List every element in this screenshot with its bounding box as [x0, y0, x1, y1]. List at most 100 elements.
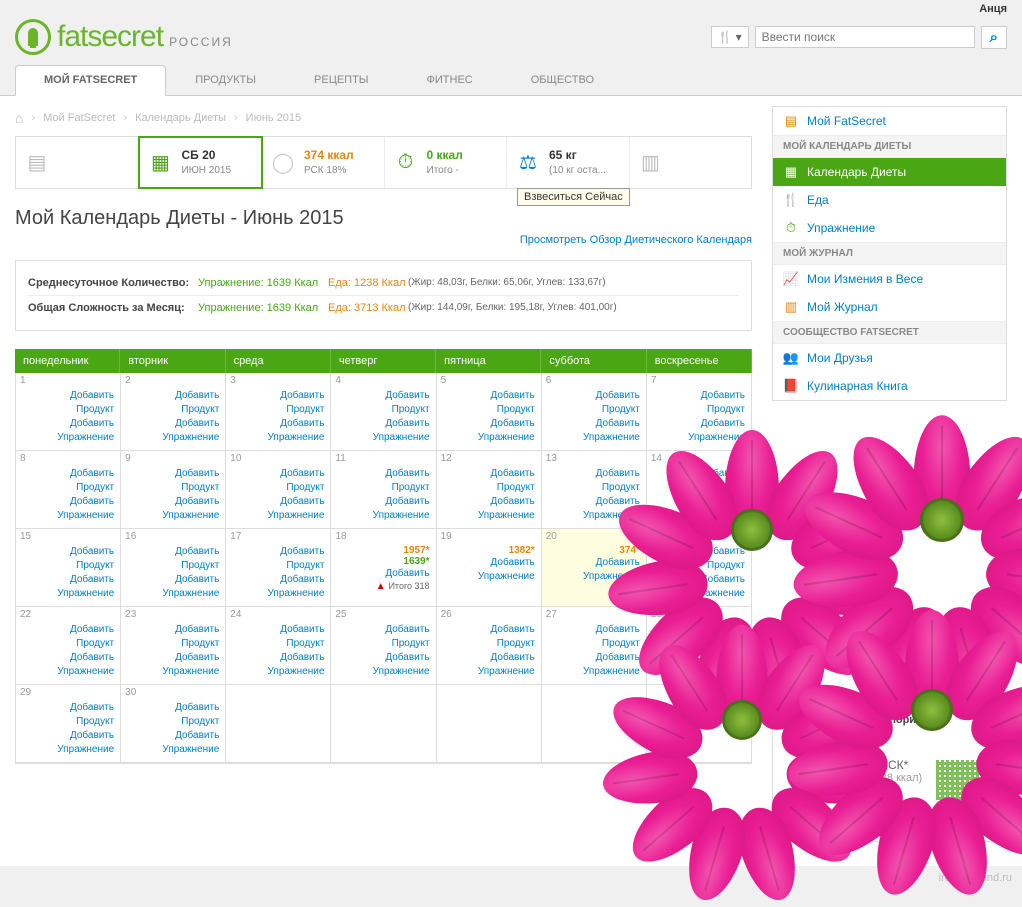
calendar-add-link[interactable]: Продукт — [127, 637, 219, 651]
calendar-add-link[interactable]: Продукт — [337, 637, 429, 651]
calendar-add-link[interactable]: Добавить — [548, 389, 640, 403]
calendar-add-link[interactable]: Упражнение — [548, 509, 640, 523]
sidebar-exercise[interactable]: ⏱ Упражнение — [773, 214, 1006, 242]
calendar-add-link[interactable]: Добавить — [127, 651, 219, 665]
stat-date[interactable]: ▦ СБ 20 ИЮН 2015 — [138, 136, 264, 189]
sidebar-friends[interactable]: 👥 Мои Друзья — [773, 344, 1006, 372]
search-button[interactable]: ⌕ — [981, 26, 1007, 49]
calendar-add-link[interactable]: Упражнение — [443, 431, 535, 445]
calendar-add-link[interactable]: Добавить — [127, 573, 219, 587]
calendar-add-link[interactable]: Продукт — [22, 481, 114, 495]
calendar-cell[interactable]: 4ДобавитьПродуктДобавитьУпражнение — [331, 373, 436, 451]
calendar-add-link[interactable]: Добавить — [22, 623, 114, 637]
calendar-add-link[interactable]: Продукт — [127, 715, 219, 729]
tab-fitness[interactable]: ФИТНЕС — [398, 65, 502, 95]
calendar-add-link[interactable]: Продукт — [548, 637, 640, 651]
calendar-add-link[interactable]: Добавить — [22, 573, 114, 587]
calendar-add-link[interactable]: Добавить — [232, 623, 324, 637]
calendar-cell[interactable] — [331, 685, 436, 763]
calendar-add-link[interactable]: Упражнение — [22, 743, 114, 757]
calendar-add-link[interactable]: Добавить — [22, 417, 114, 431]
calendar-add-link[interactable]: Упражнение — [22, 665, 114, 679]
search-category-select[interactable]: 🍴 ▾ — [711, 26, 749, 48]
crumb-2[interactable]: Календарь Диеты — [135, 112, 226, 124]
calendar-add-link[interactable]: Добавить — [653, 651, 745, 665]
calendar-add-link[interactable]: Добавить — [443, 417, 535, 431]
calendar-add-link[interactable]: Добавить — [127, 701, 219, 715]
calendar-add-link[interactable]: Добавить — [337, 417, 429, 431]
calendar-add-link[interactable]: Упражнение — [232, 509, 324, 523]
calendar-add-link[interactable]: Добавить — [232, 389, 324, 403]
calendar-add-link[interactable]: Добавить — [337, 623, 429, 637]
calendar-cell[interactable]: 6ДобавитьПродуктДобавитьУпражнение — [542, 373, 647, 451]
calendar-cell[interactable] — [226, 685, 331, 763]
calendar-cell[interactable]: 5ДобавитьПродуктДобавитьУпражнение — [437, 373, 542, 451]
calendar-cell[interactable]: 7ДобавитьПродуктДобавитьУпражнение — [647, 373, 751, 451]
logo[interactable]: fatsecret РОССИЯ — [15, 19, 233, 55]
calendar-cell[interactable]: 17ДобавитьПродуктДобавитьУпражнение — [226, 529, 331, 607]
calendar-add-link[interactable]: Добавить — [22, 729, 114, 743]
calendar-add-link[interactable]: Добавить — [127, 623, 219, 637]
tab-products[interactable]: ПРОДУКТЫ — [166, 65, 285, 95]
calendar-add-link[interactable]: Добавить — [337, 467, 429, 481]
calendar-add-link[interactable]: Упражнение — [22, 587, 114, 601]
stat-notes[interactable]: ▤ — [16, 137, 139, 188]
calendar-add-link[interactable]: Упражнение — [443, 665, 535, 679]
stat-journal[interactable]: ▥ — [630, 137, 752, 188]
calendar-cell[interactable]: 12ДобавитьПродуктДобавитьУпражнение — [437, 451, 542, 529]
view-overview-link[interactable]: Просмотреть Обзор Диетического Календаря — [520, 234, 752, 246]
calendar-add-link[interactable]: Добавить — [653, 417, 745, 431]
calendar-cell[interactable]: 2ДобавитьПродуктДобавитьУпражнение — [121, 373, 226, 451]
calendar-add-link[interactable]: Добавить — [22, 701, 114, 715]
calendar-add-link[interactable]: Продукт — [548, 403, 640, 417]
calendar-add-link[interactable]: Упражнение — [653, 509, 745, 523]
calendar-cell[interactable]: 191382*ДобавитьУпражнение — [437, 529, 542, 607]
calendar-cell[interactable]: 27ДобавитьПродуктДобавитьУпражнение — [542, 607, 647, 685]
calendar-add-link[interactable]: Продукт — [127, 559, 219, 573]
calendar-add-link[interactable]: Продукт — [22, 403, 114, 417]
calendar-add-link[interactable]: Упражнение — [232, 665, 324, 679]
calendar-add-link[interactable]: Упражнение — [232, 587, 324, 601]
calendar-add-link[interactable]: Добавить — [232, 573, 324, 587]
sidebar-diet-calendar[interactable]: ▦ Календарь Диеты — [773, 158, 1006, 186]
calendar-cell[interactable]: 24ДобавитьПродуктДобавитьУпражнение — [226, 607, 331, 685]
home-icon[interactable]: ⌂ — [15, 110, 23, 126]
calendar-add-link[interactable]: Добавить — [127, 495, 219, 509]
calendar-add-link[interactable]: Добавить — [548, 623, 640, 637]
calendar-add-link[interactable]: Добавить — [22, 467, 114, 481]
calendar-add-link[interactable]: Добавить — [232, 467, 324, 481]
calendar-add-link[interactable]: Добавить — [443, 389, 535, 403]
calendar-add-link[interactable]: Добавить — [22, 495, 114, 509]
calendar-add-link[interactable]: Продукт — [653, 637, 745, 651]
calendar-add-link[interactable]: Добавить — [443, 495, 535, 509]
calendar-add-link[interactable]: Упражнение — [22, 431, 114, 445]
calendar-add-link[interactable]: Добавить — [653, 495, 745, 509]
calendar-add-link[interactable]: Добавить — [548, 467, 640, 481]
tab-my-fatsecret[interactable]: МОЙ FATSECRET — [15, 65, 166, 96]
calendar-add-link[interactable]: Упражнение — [337, 431, 429, 445]
tab-community[interactable]: ОБЩЕСТВО — [502, 65, 623, 95]
calendar-cell[interactable]: 9ДобавитьПродуктДобавитьУпражнение — [121, 451, 226, 529]
calendar-cell[interactable]: 15ДобавитьПродуктДобавитьУпражнение — [16, 529, 121, 607]
calendar-add-link[interactable]: Добавить — [653, 389, 745, 403]
calendar-add-link[interactable]: Добавить — [653, 623, 745, 637]
calendar-add-link[interactable]: Добавить — [337, 495, 429, 509]
calendar-add-link[interactable]: Добавить — [443, 651, 535, 665]
calendar-add-link[interactable]: Упражнение — [127, 665, 219, 679]
sidebar-my-fatsecret[interactable]: ▤ Мой FatSecret — [773, 107, 1006, 135]
calendar-add-link[interactable]: Добавить — [548, 417, 640, 431]
search-input[interactable] — [755, 26, 975, 48]
calendar-add-link[interactable]: Продукт — [127, 403, 219, 417]
calendar-add-link[interactable]: Добавить — [337, 651, 429, 665]
calendar-add-link[interactable]: Продукт — [653, 403, 745, 417]
calendar-add-link[interactable]: Добавить — [653, 467, 745, 481]
calendar-add-link[interactable]: Упражнение — [232, 431, 324, 445]
calendar-add-link[interactable]: Упражнение — [548, 665, 640, 679]
calendar-add-link[interactable]: Продукт — [653, 559, 745, 573]
calendar-add-link[interactable]: Добавить — [548, 495, 640, 509]
calendar-add-link[interactable]: Упражнение — [337, 665, 429, 679]
calendar-add-link[interactable]: Добавить — [653, 545, 745, 559]
calendar-cell[interactable]: 8ДобавитьПродуктДобавитьУпражнение — [16, 451, 121, 529]
calendar-add-link[interactable]: Добавить — [232, 495, 324, 509]
calendar-add-link[interactable]: Добавить — [127, 467, 219, 481]
